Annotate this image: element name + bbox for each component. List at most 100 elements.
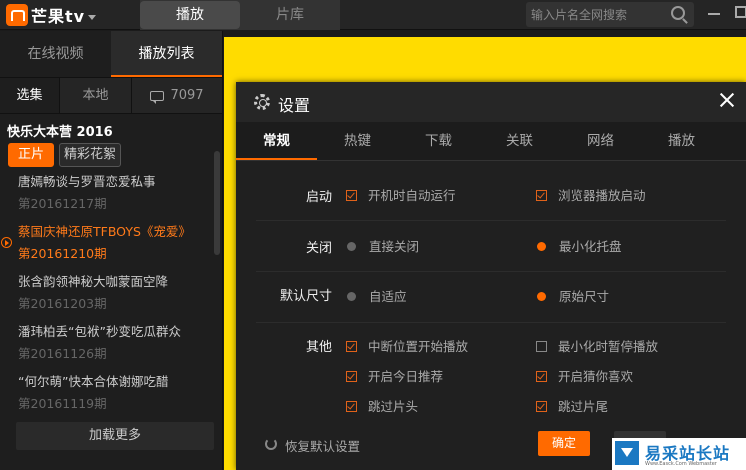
watermark-subtext: Www.Easck.Com Webmaster <box>645 461 717 467</box>
option-original-size[interactable]: 原始尺寸 <box>536 288 609 306</box>
option-adaptive[interactable]: 自适应 <box>346 288 407 306</box>
checkbox[interactable] <box>536 371 547 382</box>
option-today-recommend[interactable]: 开启今日推荐 <box>346 368 443 386</box>
tab-general[interactable]: 常规 <box>236 122 317 160</box>
episode-date: 第20161203期 <box>18 296 107 311</box>
dialog-title: 设置 <box>278 96 311 115</box>
row-label: 启动 <box>305 190 332 205</box>
row-label: 关闭 <box>305 241 332 256</box>
option-label: 最小化时暂停播放 <box>558 339 659 354</box>
watermark: 易采站长站 Www.Easck.Com Webmaster <box>612 438 746 470</box>
option-skip-outro[interactable]: 跳过片尾 <box>536 398 608 416</box>
option-resume-position[interactable]: 中断位置开始播放 <box>346 338 468 356</box>
restore-defaults-button[interactable]: 恢复默认设置 <box>285 436 360 455</box>
setting-row-startup: 启动 开机时自动运行 浏览器播放启动 <box>256 176 726 221</box>
option-label: 最小化托盘 <box>559 239 622 254</box>
option-label: 开启猜你喜欢 <box>558 369 634 384</box>
row-label: 其他 <box>305 340 332 355</box>
settings-rows: 启动 开机时自动运行 浏览器播放启动 关闭 直接关闭 最小化托盘 默认尺寸 自适… <box>236 176 746 423</box>
option-label: 开启今日推荐 <box>368 369 444 384</box>
episode-title: 唐嫣畅谈与罗晋恋爱私事 <box>18 174 156 189</box>
tab-episodes[interactable]: 选集 <box>0 78 60 113</box>
option-label: 原始尺寸 <box>559 289 610 304</box>
tab-local[interactable]: 本地 <box>60 78 132 113</box>
settings-dialog: 设置 常规 热键 下载 关联 网络 播放 启动 开机时自动运行 浏览器播放启动 … <box>236 82 746 470</box>
comment-count: 7097 <box>170 88 204 103</box>
option-guess-you-like[interactable]: 开启猜你喜欢 <box>536 368 633 386</box>
close-icon[interactable] <box>718 91 736 109</box>
tab-library[interactable]: 片库 <box>240 0 340 30</box>
watermark-logo-icon <box>615 441 639 465</box>
option-browser-launch[interactable]: 浏览器播放启动 <box>536 187 646 205</box>
sidebar-sub-tabs: 选集 本地 7097 <box>0 78 222 114</box>
radio[interactable] <box>537 242 546 251</box>
option-autostart[interactable]: 开机时自动运行 <box>346 187 456 205</box>
setting-row-other: 其他 中断位置开始播放 最小化时暂停播放 开启今日推荐 开启猜你喜欢 跳过片头 … <box>256 323 726 423</box>
load-more-button[interactable]: 加载更多 <box>16 422 214 450</box>
list-item[interactable]: 张含韵领神秘大咖蒙面空降 第20161203期 <box>0 271 212 321</box>
content-type-chips: 正片 精彩花絮 <box>0 138 222 172</box>
tab-playback[interactable]: 播放 <box>641 122 722 160</box>
checkbox[interactable] <box>346 401 357 412</box>
option-pause-on-minimize[interactable]: 最小化时暂停播放 <box>536 338 658 356</box>
episode-title: “何尔萌”快本合体谢娜吃醋 <box>18 374 169 389</box>
confirm-button[interactable]: 确定 <box>538 431 590 456</box>
option-skip-intro[interactable]: 跳过片头 <box>346 398 418 416</box>
list-item[interactable]: 唐嫣畅谈与罗晋恋爱私事 第20161217期 <box>0 171 212 221</box>
search-icon[interactable] <box>671 6 685 20</box>
radio[interactable] <box>537 292 546 301</box>
mango-logo-icon <box>6 4 28 26</box>
tab-download[interactable]: 下载 <box>398 122 479 160</box>
list-item[interactable]: “何尔萌”快本合体谢娜吃醋 第20161119期 <box>0 371 212 421</box>
episode-title: 潘玮柏丢“包袱”秒变吃瓜群众 <box>18 324 181 339</box>
option-label: 跳过片尾 <box>558 399 609 414</box>
minimize-icon[interactable] <box>708 13 720 15</box>
checkbox[interactable] <box>346 371 357 382</box>
episode-date: 第20161210期 <box>18 246 107 261</box>
now-playing-icon <box>1 237 12 248</box>
episode-list: 唐嫣畅谈与罗晋恋爱私事 第20161217期 蔡国庆神还原TFBOYS《宠爱》 … <box>0 171 212 421</box>
radio[interactable] <box>347 242 356 251</box>
episode-date: 第20161119期 <box>18 396 107 411</box>
sidebar-tabs: 在线视频 播放列表 <box>0 31 222 78</box>
episode-date: 第20161126期 <box>18 346 107 361</box>
search-input[interactable] <box>531 5 661 24</box>
episode-list-scrollbar[interactable] <box>214 151 220 255</box>
tab-hotkeys[interactable]: 热键 <box>317 122 398 160</box>
gear-icon <box>254 94 270 110</box>
chip-highlights[interactable]: 精彩花絮 <box>59 143 122 167</box>
tab-online-video[interactable]: 在线视频 <box>0 31 111 77</box>
option-close-directly[interactable]: 直接关闭 <box>346 238 419 256</box>
checkbox[interactable] <box>536 341 547 352</box>
option-label: 直接关闭 <box>369 239 420 254</box>
restore-icon[interactable] <box>265 438 277 450</box>
main-tabs: 播放 片库 <box>140 0 340 30</box>
tab-network[interactable]: 网络 <box>560 122 641 160</box>
maximize-icon[interactable] <box>735 6 746 18</box>
tab-association[interactable]: 关联 <box>479 122 560 160</box>
setting-row-default-size: 默认尺寸 自适应 原始尺寸 <box>256 272 726 323</box>
list-item-current[interactable]: 蔡国庆神还原TFBOYS《宠爱》 第20161210期 <box>0 221 212 271</box>
episode-title: 张含韵领神秘大咖蒙面空降 <box>18 274 169 289</box>
settings-tabs: 常规 热键 下载 关联 网络 播放 <box>236 122 746 161</box>
option-minimize-tray[interactable]: 最小化托盘 <box>536 238 622 256</box>
app-logo[interactable]: 芒果tv <box>6 3 97 27</box>
checkbox[interactable] <box>536 190 547 201</box>
list-item[interactable]: 潘玮柏丢“包袱”秒变吃瓜群众 第20161126期 <box>0 321 212 371</box>
tab-comments[interactable]: 7097 <box>132 78 222 113</box>
tab-playlist[interactable]: 播放列表 <box>111 31 222 77</box>
row-label: 默认尺寸 <box>279 289 332 304</box>
dialog-header: 设置 <box>236 82 746 122</box>
top-bar: 芒果tv 播放 片库 <box>0 0 746 30</box>
chip-full-episode[interactable]: 正片 <box>8 143 55 167</box>
search-box <box>526 2 694 27</box>
checkbox[interactable] <box>346 190 357 201</box>
setting-row-close: 关闭 直接关闭 最小化托盘 <box>256 221 726 272</box>
checkbox[interactable] <box>346 341 357 352</box>
checkbox[interactable] <box>536 401 547 412</box>
logo-text: 芒果tv <box>31 7 86 26</box>
tab-play[interactable]: 播放 <box>140 1 240 29</box>
radio[interactable] <box>347 292 356 301</box>
option-label: 中断位置开始播放 <box>368 339 469 354</box>
chevron-down-icon[interactable] <box>88 14 97 20</box>
